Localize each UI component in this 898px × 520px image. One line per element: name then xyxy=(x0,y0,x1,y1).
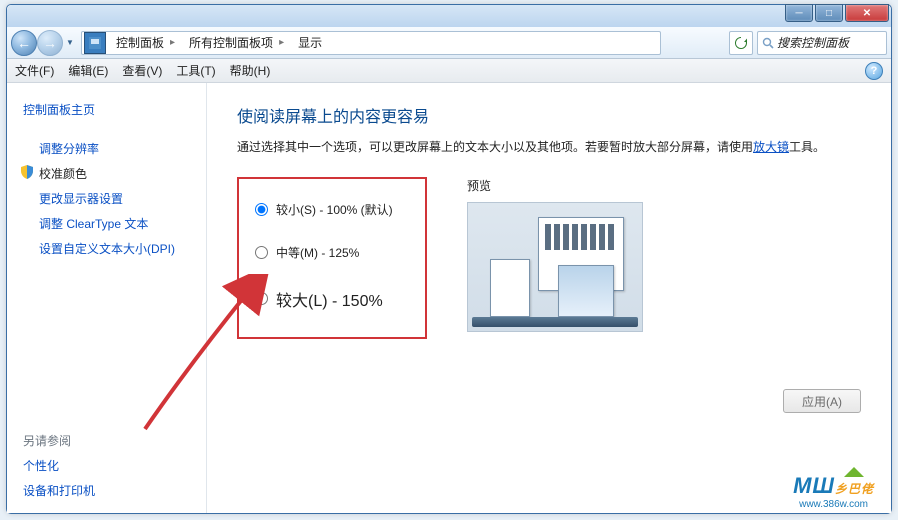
watermark-url: www.386w.com xyxy=(799,499,868,510)
sidebar-home[interactable]: 控制面板主页 xyxy=(23,97,196,122)
sidebar-link-calibrate[interactable]: 校准颜色 xyxy=(23,161,196,186)
maximize-button[interactable]: □ xyxy=(815,4,843,22)
radio-large[interactable] xyxy=(255,292,268,305)
radio-medium-label[interactable]: 中等(M) - 125% xyxy=(276,244,359,261)
preview-taskbar-icon xyxy=(472,317,638,327)
menu-view[interactable]: 查看(V) xyxy=(122,62,162,79)
refresh-button[interactable] xyxy=(729,31,753,55)
preview-label: 预览 xyxy=(467,177,643,194)
sidebar-link-display-settings[interactable]: 更改显示器设置 xyxy=(23,186,196,211)
radio-large-label[interactable]: 较大(L) - 150% xyxy=(276,287,383,311)
back-button[interactable]: ← xyxy=(11,30,37,56)
radio-small-label[interactable]: 较小(S) - 100% (默认) xyxy=(276,201,393,218)
menu-file[interactable]: 文件(F) xyxy=(15,62,54,79)
history-dropdown-icon[interactable]: ▼ xyxy=(63,30,77,56)
menu-help[interactable]: 帮助(H) xyxy=(230,62,271,79)
sidebar-link-resolution[interactable]: 调整分辨率 xyxy=(23,136,196,161)
preview-window-icon xyxy=(490,259,530,317)
menubar: 文件(F) 编辑(E) 查看(V) 工具(T) 帮助(H) ? xyxy=(7,59,891,83)
sidebar-link-personalize[interactable]: 个性化 xyxy=(23,453,196,478)
sidebar-link-cleartype[interactable]: 调整 ClearType 文本 xyxy=(23,211,196,236)
size-options-highlight: 较小(S) - 100% (默认) 中等(M) - 125% 较大(L) - 1… xyxy=(237,177,427,339)
breadcrumb-item[interactable]: 显示 xyxy=(290,32,334,54)
forward-button[interactable]: → xyxy=(37,30,63,56)
breadcrumb-item[interactable]: 控制面板 xyxy=(108,32,181,54)
close-button[interactable]: ✕ xyxy=(845,4,889,22)
see-also-heading: 另请参阅 xyxy=(23,428,196,453)
minimize-button[interactable]: ─ xyxy=(785,4,813,22)
radio-medium[interactable] xyxy=(255,246,268,259)
help-icon[interactable]: ? xyxy=(865,62,883,80)
page-title: 使阅读屏幕上的内容更容易 xyxy=(237,103,861,127)
main-panel: 使阅读屏幕上的内容更容易 通过选择其中一个选项，可以更改屏幕上的文本大小以及其他… xyxy=(207,83,891,513)
search-placeholder: 搜索控制面板 xyxy=(777,34,849,51)
search-icon xyxy=(762,37,774,49)
preview-window-icon xyxy=(558,265,614,317)
page-description: 通过选择其中一个选项，可以更改屏幕上的文本大小以及其他项。若要暂时放大部分屏幕，… xyxy=(237,137,861,159)
sidebar: 控制面板主页 调整分辨率 校准颜色 更改显示器设置 调整 ClearType 文… xyxy=(7,83,207,513)
magnifier-link[interactable]: 放大镜 xyxy=(753,140,789,154)
apply-button[interactable]: 应用(A) xyxy=(783,389,861,413)
address-breadcrumb[interactable]: 控制面板 所有控制面板项 显示 xyxy=(81,31,661,55)
content-area: 控制面板主页 调整分辨率 校准颜色 更改显示器设置 调整 ClearType 文… xyxy=(7,83,891,513)
menu-edit[interactable]: 编辑(E) xyxy=(68,62,108,79)
radio-small[interactable] xyxy=(255,203,268,216)
nav-toolbar: ← → ▼ 控制面板 所有控制面板项 显示 搜索控制面板 xyxy=(7,27,891,59)
window: ─ □ ✕ ← → ▼ 控制面板 所有控制面板项 显示 搜索控制面板 文件(F)… xyxy=(6,4,892,514)
control-panel-icon xyxy=(84,32,106,54)
menu-tools[interactable]: 工具(T) xyxy=(176,62,215,79)
breadcrumb-item[interactable]: 所有控制面板项 xyxy=(181,32,290,54)
preview-image xyxy=(467,202,643,332)
sidebar-link-dpi[interactable]: 设置自定义文本大小(DPI) xyxy=(23,236,196,261)
sidebar-link-devices[interactable]: 设备和打印机 xyxy=(23,478,196,503)
titlebar[interactable]: ─ □ ✕ xyxy=(7,5,891,27)
watermark-logo: МШ乡巴佬 xyxy=(793,473,874,499)
watermark: МШ乡巴佬 www.386w.com xyxy=(793,467,874,510)
shield-icon xyxy=(21,165,33,179)
search-input[interactable]: 搜索控制面板 xyxy=(757,31,887,55)
